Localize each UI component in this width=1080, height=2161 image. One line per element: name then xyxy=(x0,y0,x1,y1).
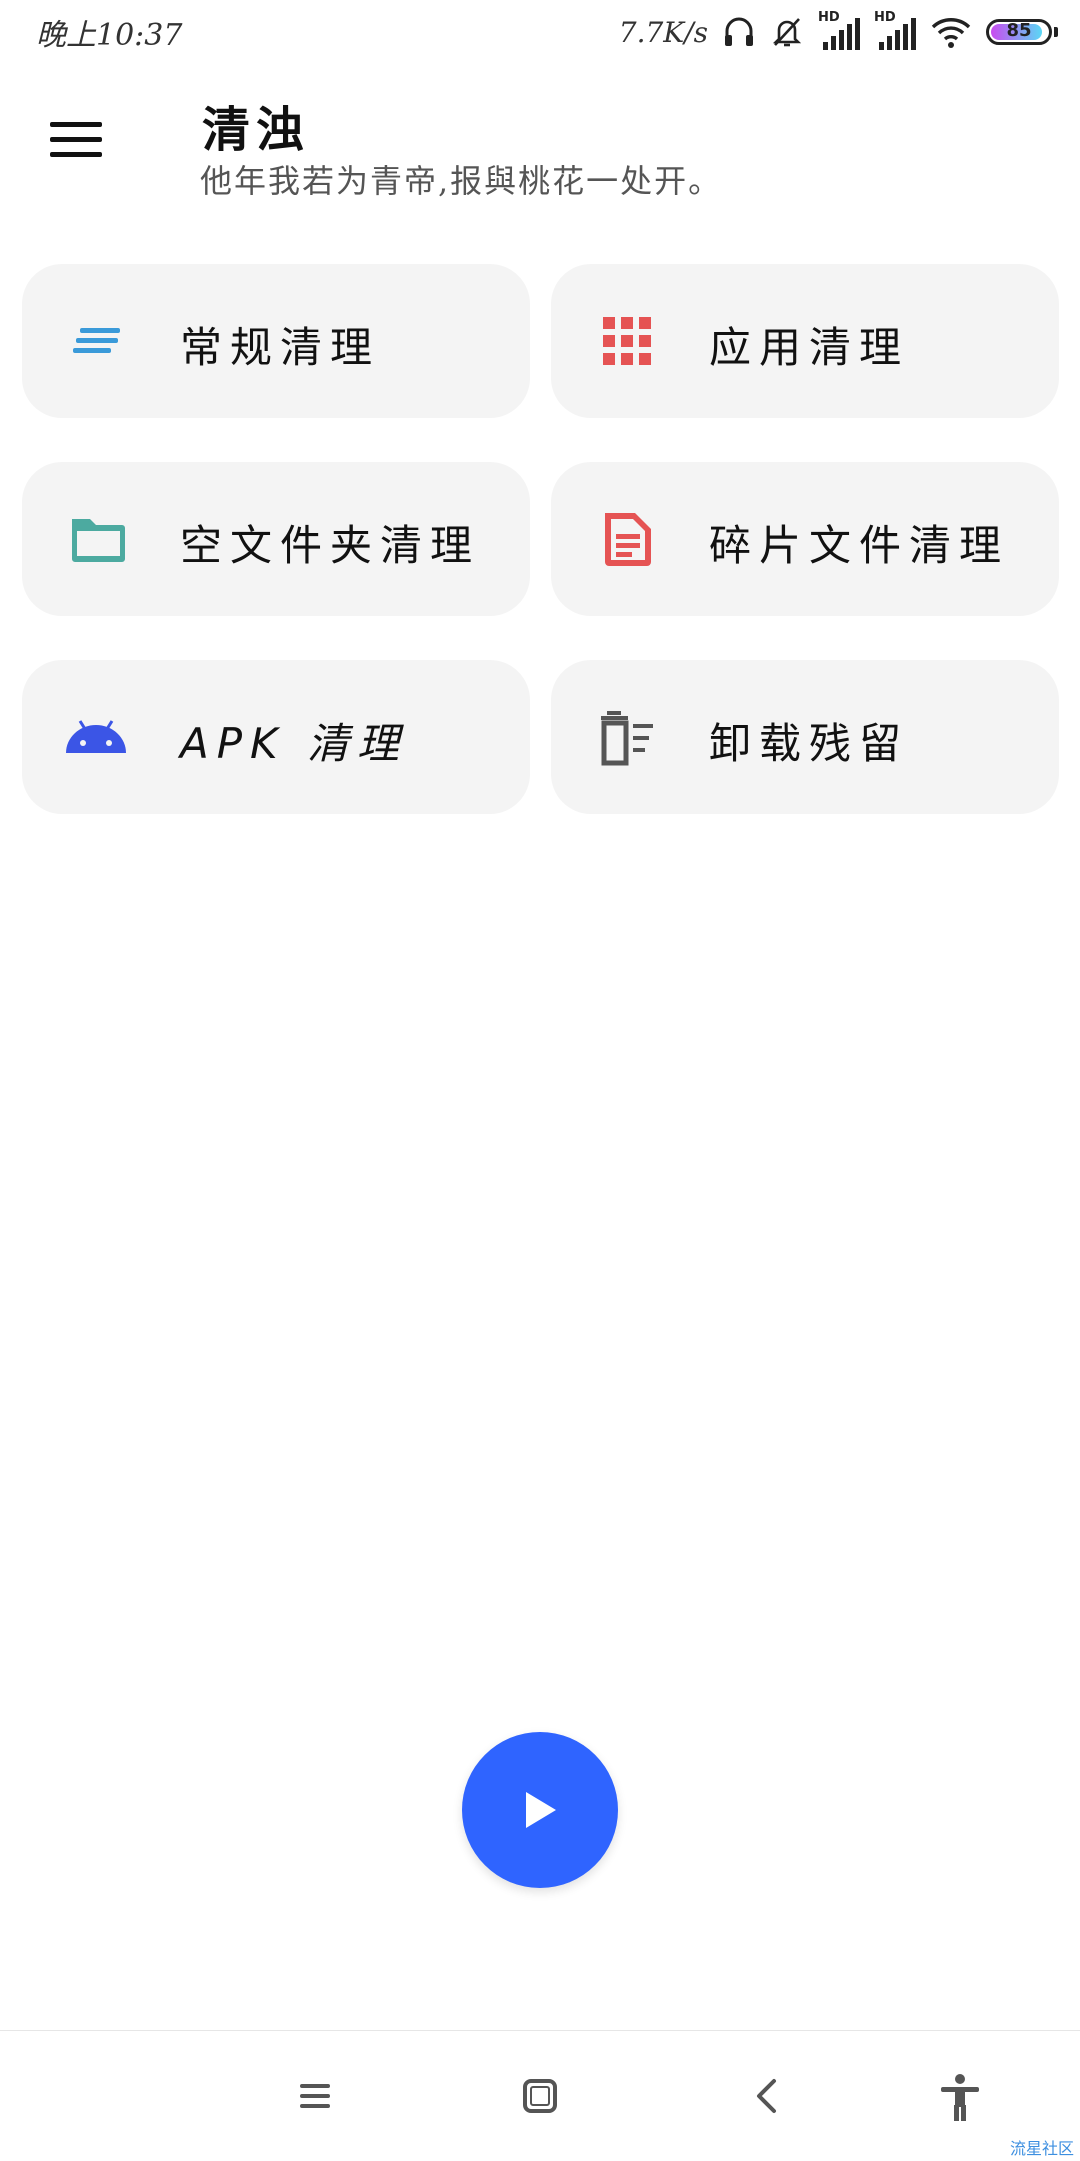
app-clean-button[interactable]: 应用清理 xyxy=(551,264,1059,418)
signal-icon: HD xyxy=(874,10,916,50)
accessibility-icon[interactable] xyxy=(935,2073,985,2123)
status-icons: 7.7K/s HD HD 85 xyxy=(618,10,1058,52)
watermark: 流星社区 xyxy=(1009,2139,1074,2158)
home-nav-icon[interactable] xyxy=(515,2073,565,2123)
android-icon xyxy=(66,720,126,753)
lines-icon xyxy=(73,328,120,353)
empty-folder-clean-button[interactable]: 空文件夹清理 xyxy=(22,462,530,616)
regular-clean-button[interactable]: 常规清理 xyxy=(22,264,530,418)
back-nav-icon[interactable] xyxy=(744,2073,794,2123)
card-label: 碎片文件清理 xyxy=(709,521,1010,570)
system-nav-bar: 流星社区 xyxy=(0,2030,1080,2161)
document-icon xyxy=(605,513,651,566)
play-button[interactable] xyxy=(462,1732,618,1888)
page-subtitle: 他年我若为青帝,报與桃花一处开。 xyxy=(200,162,723,200)
menu-nav-icon[interactable] xyxy=(292,2073,342,2123)
signal-icon: HD xyxy=(818,10,860,50)
card-label: 空文件夹清理 xyxy=(180,521,481,570)
battery-level: 85 xyxy=(1006,20,1032,41)
hamburger-menu-icon[interactable] xyxy=(50,120,104,160)
mute-icon xyxy=(772,18,802,47)
network-speed: 7.7K/s xyxy=(618,15,708,49)
headphones-icon xyxy=(725,17,753,46)
battery-icon: 85 xyxy=(986,19,1052,45)
apps-grid-icon xyxy=(603,317,651,365)
fragment-file-clean-button[interactable]: 碎片文件清理 xyxy=(551,462,1059,616)
uninstall-residue-clean-button[interactable]: 卸载残留 xyxy=(551,660,1059,814)
card-label: 应用清理 xyxy=(709,323,910,372)
page-title: 清浊 xyxy=(202,102,311,158)
status-time: 晚上10:37 xyxy=(36,18,183,53)
wifi-icon xyxy=(931,18,971,48)
trash-list-icon xyxy=(601,711,653,766)
apk-clean-button[interactable]: APK 清理 xyxy=(22,660,530,814)
card-label: APK 清理 xyxy=(180,719,407,768)
folder-icon xyxy=(72,519,125,562)
card-label: 卸载残留 xyxy=(709,719,910,768)
play-icon xyxy=(526,1792,556,1828)
card-label: 常规清理 xyxy=(180,323,381,372)
status-bar: 晚上10:37 7.7K/s HD HD 85 xyxy=(0,0,1080,66)
